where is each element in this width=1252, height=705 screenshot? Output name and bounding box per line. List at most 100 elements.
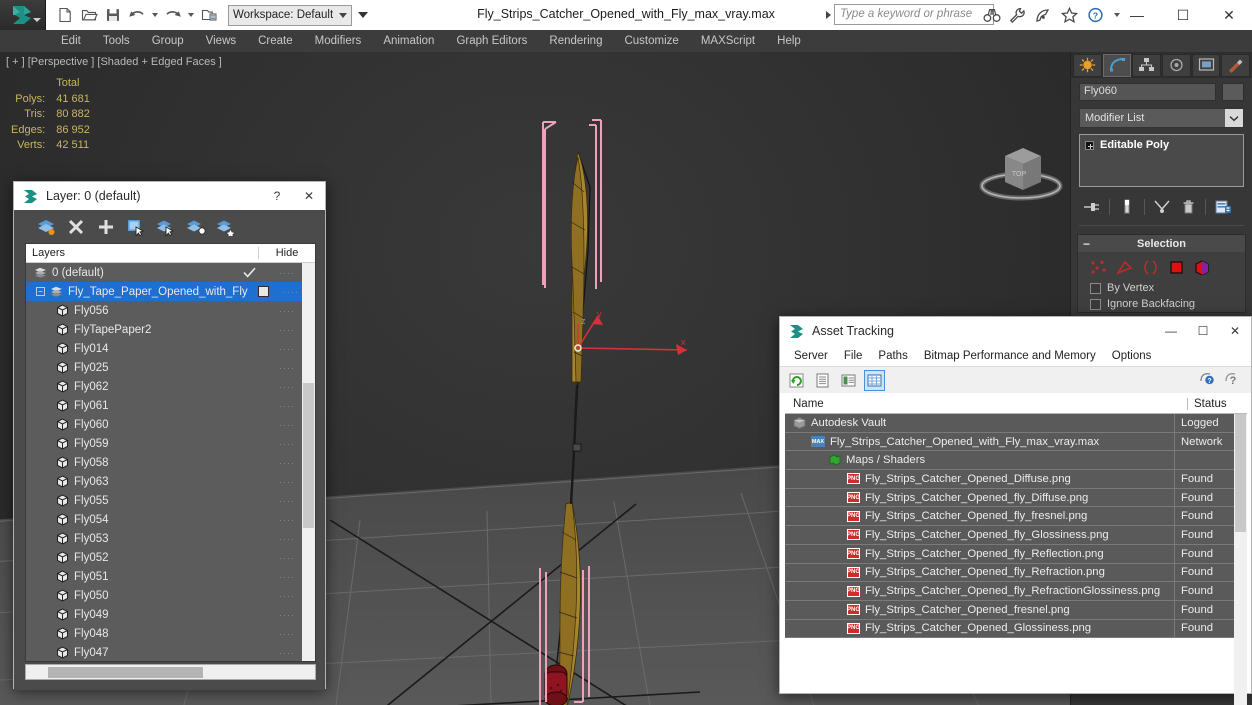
asset-row[interactable]: Maps / Shaders [785, 451, 1234, 470]
layer-row[interactable]: −Fly_Tape_Paper_Opened_with_Fly···· [26, 282, 302, 301]
layer-current-cell[interactable] [227, 267, 272, 278]
object-name-field[interactable]: Fly060 [1079, 83, 1216, 101]
layer-dialog[interactable]: Layer: 0 (default) ? ✕ [13, 181, 326, 689]
asset-tracking-titlebar[interactable]: Asset Tracking — ☐ ✕ [780, 317, 1251, 345]
layer-object-row[interactable]: Fly050···· [26, 586, 302, 605]
asset-close-button[interactable]: ✕ [1219, 317, 1251, 345]
asset-menu-bitmap-performance-and-memory[interactable]: Bitmap Performance and Memory [916, 350, 1104, 362]
layer-hide-dots[interactable]: ···· [272, 325, 302, 335]
star-icon[interactable] [1060, 6, 1079, 25]
layer-hide-dots[interactable]: ···· [272, 648, 302, 658]
layer-hide-dots[interactable]: ···· [272, 458, 302, 468]
layer-hide-dots[interactable]: ···· [272, 496, 302, 506]
asset-menu-file[interactable]: File [836, 350, 871, 362]
viewport-label[interactable]: [ + ] [Perspective ] [Shaded + Edged Fac… [6, 56, 222, 68]
select-objects-in-layer-icon[interactable] [124, 215, 147, 238]
layer-hide-dots[interactable]: ···· [272, 553, 302, 563]
set-current-layer-icon[interactable] [154, 215, 177, 238]
expand-stack-icon[interactable] [1085, 141, 1094, 150]
layer-object-row[interactable]: Fly061···· [26, 396, 302, 415]
asset-row[interactable]: PNGFly_Strips_Catcher_Opened_fly_Diffuse… [785, 489, 1234, 508]
undo-icon[interactable] [126, 4, 148, 26]
undo-dropdown-caret-icon[interactable] [152, 13, 158, 17]
menu-item-views[interactable]: Views [195, 30, 247, 52]
asset-row[interactable]: PNGFly_Strips_Catcher_Opened_fly_Refract… [785, 582, 1234, 601]
element-level-icon[interactable] [1192, 259, 1213, 276]
tree-view-icon[interactable] [838, 370, 859, 391]
layer-hide-dots[interactable]: ···· [272, 534, 302, 544]
help-grey-icon[interactable]: ? [1223, 370, 1239, 391]
layer-hide-dots[interactable]: ···· [272, 610, 302, 620]
menu-item-edit[interactable]: Edit [50, 30, 92, 52]
layer-object-row[interactable]: Fly055···· [26, 491, 302, 510]
menu-item-tools[interactable]: Tools [92, 30, 141, 52]
make-unique-icon[interactable] [1149, 196, 1175, 218]
layer-hide-dots[interactable]: ···· [272, 572, 302, 582]
layer-object-row[interactable]: FlyTapePaper2···· [26, 320, 302, 339]
asset-menu-paths[interactable]: Paths [870, 350, 915, 362]
menu-item-maxscript[interactable]: MAXScript [690, 30, 766, 52]
create-tab[interactable] [1073, 54, 1102, 77]
vertex-level-icon[interactable] [1088, 259, 1109, 276]
asset-minimize-button[interactable]: — [1155, 317, 1187, 345]
asset-row[interactable]: Autodesk VaultLogged [785, 414, 1234, 433]
layer-current-cell[interactable] [248, 286, 281, 297]
by-vertex-checkbox[interactable] [1090, 283, 1101, 294]
by-vertex-checkbox-row[interactable]: By Vertex [1078, 280, 1245, 296]
layer-hide-dots[interactable]: ···· [272, 268, 302, 278]
hide-checkbox[interactable] [258, 286, 269, 297]
help-blue-icon[interactable]: ? [1198, 370, 1214, 391]
asset-row[interactable]: PNGFly_Strips_Catcher_Opened_Glossiness.… [785, 620, 1234, 639]
layer-object-row[interactable]: Fly056···· [26, 301, 302, 320]
tree-expand-icon[interactable]: − [36, 287, 45, 296]
remove-modifier-icon[interactable] [1175, 196, 1201, 218]
grid-view-icon[interactable] [864, 370, 885, 391]
layer-dialog-titlebar[interactable]: Layer: 0 (default) ? ✕ [14, 182, 325, 210]
modify-tab[interactable] [1103, 54, 1132, 77]
modifier-stack[interactable]: Editable Poly [1079, 134, 1244, 187]
redo-icon[interactable] [162, 4, 184, 26]
layer-horizontal-scroll-thumb[interactable] [48, 667, 203, 678]
motion-tab[interactable] [1162, 54, 1191, 77]
asset-vertical-scroll-thumb[interactable] [1235, 414, 1246, 532]
layer-object-row[interactable]: Fly025···· [26, 358, 302, 377]
workspace-selector[interactable]: Workspace: Default [228, 5, 352, 26]
layer-hide-dots[interactable]: ···· [272, 515, 302, 525]
asset-row[interactable]: PNGFly_Strips_Catcher_Opened_fresnel.png… [785, 601, 1234, 620]
layer-object-row[interactable]: Fly051···· [26, 567, 302, 586]
layer-object-row[interactable]: Fly048···· [26, 624, 302, 643]
border-level-icon[interactable] [1140, 259, 1161, 276]
highlight-selected-objects-icon[interactable] [214, 215, 237, 238]
menu-item-group[interactable]: Group [141, 30, 195, 52]
layer-object-row[interactable]: Fly052···· [26, 548, 302, 567]
layer-row[interactable]: 0 (default)···· [26, 263, 302, 282]
open-file-icon[interactable] [78, 4, 100, 26]
stack-item-editable-poly[interactable]: Editable Poly [1083, 138, 1240, 152]
asset-maximize-button[interactable]: ☐ [1187, 317, 1219, 345]
search-expand-icon[interactable] [826, 11, 831, 19]
workspace-dropdown-icon[interactable] [358, 12, 368, 18]
binoculars-icon[interactable] [982, 6, 1001, 25]
layer-help-button[interactable]: ? [261, 182, 293, 210]
save-file-icon[interactable] [102, 4, 124, 26]
minimize-button[interactable]: — [1114, 0, 1160, 30]
maximize-button[interactable]: ☐ [1160, 0, 1206, 30]
layer-object-row[interactable]: Fly058···· [26, 453, 302, 472]
close-button[interactable]: ✕ [1206, 0, 1252, 30]
layer-vertical-scroll-thumb[interactable] [303, 383, 314, 528]
layer-hide-dots[interactable]: ···· [272, 382, 302, 392]
ignore-backfacing-checkbox[interactable] [1090, 299, 1101, 310]
asset-menu-server[interactable]: Server [786, 350, 836, 362]
object-color-swatch[interactable] [1222, 83, 1244, 101]
menu-item-modifiers[interactable]: Modifiers [304, 30, 373, 52]
polygon-level-icon[interactable] [1166, 259, 1187, 276]
new-file-icon[interactable] [54, 4, 76, 26]
select-highlighted-objects-icon[interactable] [184, 215, 207, 238]
wrench-icon[interactable] [1008, 6, 1027, 25]
collapse-icon[interactable]: − [1083, 238, 1090, 250]
menu-item-rendering[interactable]: Rendering [538, 30, 613, 52]
project-folder-icon[interactable] [198, 4, 220, 26]
modifier-list-dropdown[interactable]: Modifier List [1079, 108, 1244, 128]
layer-object-row[interactable]: Fly014···· [26, 339, 302, 358]
asset-tracking-dialog[interactable]: Asset Tracking — ☐ ✕ ServerFilePathsBitm… [779, 316, 1252, 694]
